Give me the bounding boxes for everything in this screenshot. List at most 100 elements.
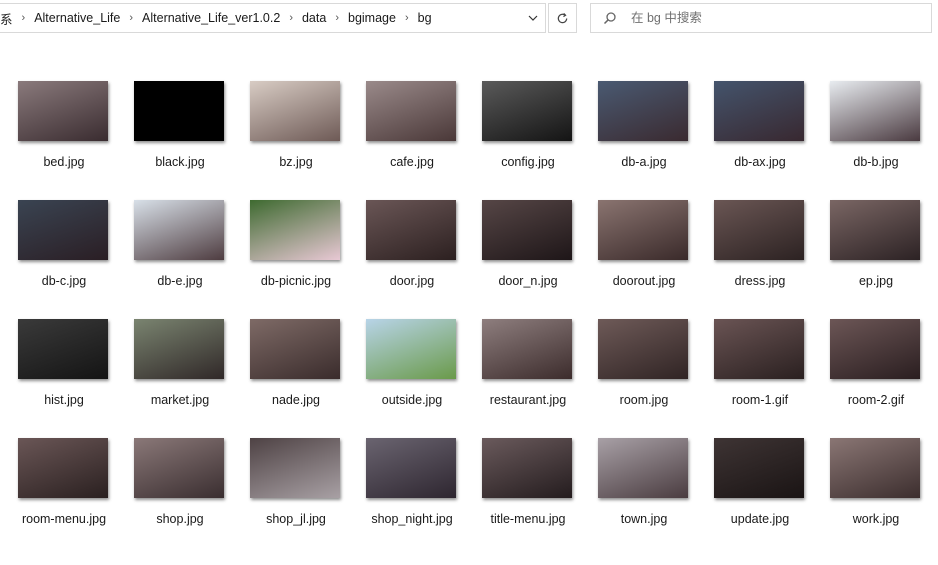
file-name: doorout.jpg bbox=[612, 274, 676, 288]
file-item[interactable]: room-menu.jpg bbox=[14, 438, 114, 538]
file-thumbnail bbox=[598, 319, 688, 379]
file-item[interactable]: title-menu.jpg bbox=[478, 438, 578, 538]
file-thumbnail bbox=[714, 200, 804, 260]
breadcrumb-item[interactable]: 系 bbox=[0, 9, 18, 28]
file-item[interactable]: db-b.jpg bbox=[826, 81, 926, 181]
file-thumbnail bbox=[714, 81, 804, 141]
file-thumbnail bbox=[134, 81, 224, 141]
file-item[interactable]: room-2.gif bbox=[826, 319, 926, 419]
breadcrumb-item[interactable]: Alternative_Life_ver1.0.2 bbox=[137, 11, 285, 25]
file-item[interactable]: ep.jpg bbox=[826, 200, 926, 300]
file-thumbnail bbox=[18, 319, 108, 379]
file-thumbnail bbox=[366, 200, 456, 260]
file-thumbnail bbox=[18, 200, 108, 260]
file-item[interactable]: restaurant.jpg bbox=[478, 319, 578, 419]
file-item[interactable]: db-e.jpg bbox=[130, 200, 230, 300]
file-name: room-menu.jpg bbox=[21, 512, 107, 526]
file-thumbnail bbox=[134, 319, 224, 379]
file-name: update.jpg bbox=[730, 512, 790, 526]
file-item[interactable]: shop.jpg bbox=[130, 438, 230, 538]
file-name: black.jpg bbox=[155, 155, 205, 169]
file-thumbnail bbox=[18, 81, 108, 141]
file-name: config.jpg bbox=[501, 155, 555, 169]
file-item[interactable]: db-ax.jpg bbox=[710, 81, 810, 181]
file-item[interactable]: nade.jpg bbox=[246, 319, 346, 419]
file-name: work.jpg bbox=[852, 512, 900, 526]
file-item[interactable]: db-picnic.jpg bbox=[246, 200, 346, 300]
file-name: db-e.jpg bbox=[157, 274, 203, 288]
file-item[interactable]: update.jpg bbox=[710, 438, 810, 538]
breadcrumb-item[interactable]: data bbox=[297, 11, 331, 25]
file-name: door_n.jpg bbox=[498, 274, 558, 288]
search-box[interactable] bbox=[590, 3, 932, 33]
file-name: room-1.gif bbox=[731, 393, 789, 407]
file-name: bz.jpg bbox=[279, 155, 313, 169]
file-name: shop.jpg bbox=[156, 512, 204, 526]
file-item[interactable]: cafe.jpg bbox=[362, 81, 462, 181]
file-thumbnail bbox=[366, 81, 456, 141]
file-item[interactable]: door_n.jpg bbox=[478, 200, 578, 300]
file-name: title-menu.jpg bbox=[490, 512, 566, 526]
chevron-down-icon bbox=[528, 15, 537, 21]
file-name: door.jpg bbox=[389, 274, 435, 288]
file-thumbnail bbox=[482, 438, 572, 498]
file-name: shop_jl.jpg bbox=[266, 512, 326, 526]
file-thumbnail bbox=[598, 438, 688, 498]
file-name: db-b.jpg bbox=[853, 155, 899, 169]
breadcrumb-chevron-icon[interactable]: › bbox=[285, 12, 297, 24]
file-name: town.jpg bbox=[620, 512, 668, 526]
file-thumbnail bbox=[250, 81, 340, 141]
file-name: hist.jpg bbox=[44, 393, 84, 407]
address-dropdown-button[interactable] bbox=[519, 3, 546, 33]
file-item[interactable]: bed.jpg bbox=[14, 81, 114, 181]
refresh-button[interactable] bbox=[548, 3, 577, 33]
file-thumbnail bbox=[830, 319, 920, 379]
breadcrumb-chevron-icon[interactable]: › bbox=[125, 12, 137, 24]
file-thumbnail bbox=[250, 200, 340, 260]
file-name: outside.jpg bbox=[381, 393, 443, 407]
file-item[interactable]: shop_jl.jpg bbox=[246, 438, 346, 538]
file-item[interactable]: room.jpg bbox=[594, 319, 694, 419]
breadcrumb-item[interactable]: Alternative_Life bbox=[29, 11, 125, 25]
file-thumbnail bbox=[250, 319, 340, 379]
file-item[interactable]: market.jpg bbox=[130, 319, 230, 419]
file-item[interactable]: config.jpg bbox=[478, 81, 578, 181]
file-thumbnail bbox=[830, 200, 920, 260]
file-thumbnail bbox=[830, 81, 920, 141]
file-thumbnail bbox=[598, 81, 688, 141]
file-name: db-a.jpg bbox=[621, 155, 667, 169]
toolbar: 系 › Alternative_Life › Alternative_Life_ver1… bbox=[0, 0, 938, 38]
address-bar[interactable]: 系 › Alternative_Life › Alternative_Life_ver1… bbox=[0, 3, 546, 33]
file-item[interactable]: black.jpg bbox=[130, 81, 230, 181]
search-input[interactable] bbox=[629, 10, 913, 26]
file-item[interactable]: db-c.jpg bbox=[14, 200, 114, 300]
breadcrumb-chevron-icon[interactable]: › bbox=[401, 12, 413, 24]
file-item[interactable]: db-a.jpg bbox=[594, 81, 694, 181]
breadcrumb-chevron-icon[interactable]: › bbox=[331, 12, 343, 24]
file-item[interactable]: work.jpg bbox=[826, 438, 926, 538]
file-item[interactable]: shop_night.jpg bbox=[362, 438, 462, 538]
file-item[interactable]: outside.jpg bbox=[362, 319, 462, 419]
file-thumbnail bbox=[366, 319, 456, 379]
file-name: bed.jpg bbox=[43, 155, 85, 169]
breadcrumb-chevron-icon[interactable]: › bbox=[18, 12, 30, 24]
refresh-icon bbox=[557, 12, 568, 23]
file-name: ep.jpg bbox=[858, 274, 894, 288]
breadcrumb-item[interactable]: bgimage bbox=[343, 11, 401, 25]
file-name: dress.jpg bbox=[734, 274, 786, 288]
file-thumbnail bbox=[134, 438, 224, 498]
file-item[interactable]: doorout.jpg bbox=[594, 200, 694, 300]
file-thumbnail bbox=[598, 200, 688, 260]
file-item[interactable]: room-1.gif bbox=[710, 319, 810, 419]
file-thumbnail bbox=[366, 438, 456, 498]
file-item[interactable]: hist.jpg bbox=[14, 319, 114, 419]
breadcrumb-item[interactable]: bg bbox=[413, 11, 437, 25]
file-item[interactable]: dress.jpg bbox=[710, 200, 810, 300]
file-item[interactable]: door.jpg bbox=[362, 200, 462, 300]
file-name: db-picnic.jpg bbox=[260, 274, 332, 288]
file-name: db-c.jpg bbox=[41, 274, 87, 288]
file-name: db-ax.jpg bbox=[734, 155, 786, 169]
file-item[interactable]: bz.jpg bbox=[246, 81, 346, 181]
file-item[interactable]: town.jpg bbox=[594, 438, 694, 538]
file-thumbnail bbox=[134, 200, 224, 260]
